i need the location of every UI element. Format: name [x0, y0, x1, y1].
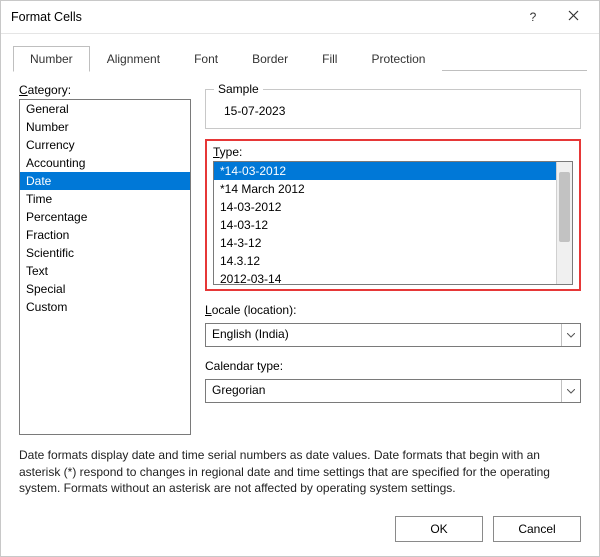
close-icon [568, 10, 579, 24]
chevron-down-icon [561, 324, 580, 346]
category-item-scientific[interactable]: Scientific [20, 244, 190, 262]
locale-combo[interactable]: English (India) [205, 323, 581, 347]
scrollbar-thumb[interactable] [559, 172, 570, 242]
help-icon: ? [530, 10, 537, 24]
category-item-time[interactable]: Time [20, 190, 190, 208]
content-area: Category: General Number Currency Accoun… [19, 83, 581, 435]
category-label: Category: [19, 83, 191, 97]
sample-group: Sample 15-07-2023 [205, 89, 581, 129]
category-list[interactable]: General Number Currency Accounting Date … [19, 99, 191, 435]
type-item[interactable]: *14 March 2012 [214, 180, 556, 198]
locale-label: Locale (location): [205, 303, 581, 317]
category-item-accounting[interactable]: Accounting [20, 154, 190, 172]
chevron-down-icon [561, 380, 580, 402]
type-list[interactable]: *14-03-2012 *14 March 2012 14-03-2012 14… [213, 161, 573, 285]
category-item-number[interactable]: Number [20, 118, 190, 136]
category-item-currency[interactable]: Currency [20, 136, 190, 154]
tab-number[interactable]: Number [13, 46, 90, 72]
ok-button[interactable]: OK [395, 516, 483, 542]
tab-protection[interactable]: Protection [354, 46, 442, 71]
calendar-combo[interactable]: Gregorian [205, 379, 581, 403]
format-description: Date formats display date and time seria… [19, 447, 581, 496]
type-item[interactable]: 2012-03-14 [214, 270, 556, 285]
dialog-body: Category: General Number Currency Accoun… [1, 71, 599, 506]
tab-alignment[interactable]: Alignment [90, 46, 177, 71]
type-item[interactable]: 14.3.12 [214, 252, 556, 270]
dialog-buttons: OK Cancel [1, 506, 599, 556]
category-item-date[interactable]: Date [20, 172, 190, 190]
tab-border[interactable]: Border [235, 46, 305, 71]
help-button[interactable]: ? [513, 3, 553, 31]
category-item-special[interactable]: Special [20, 280, 190, 298]
details-panel: Sample 15-07-2023 Type: *14-03-2012 *14 … [205, 83, 581, 435]
type-item[interactable]: 14-03-2012 [214, 198, 556, 216]
tab-font[interactable]: Font [177, 46, 235, 71]
locale-value: English (India) [206, 324, 561, 346]
type-item[interactable]: 14-03-12 [214, 216, 556, 234]
format-cells-dialog: Format Cells ? Number Alignment Font Bor… [0, 0, 600, 557]
category-item-text[interactable]: Text [20, 262, 190, 280]
category-item-percentage[interactable]: Percentage [20, 208, 190, 226]
calendar-label: Calendar type: [205, 359, 581, 373]
type-item[interactable]: 14-3-12 [214, 234, 556, 252]
category-item-custom[interactable]: Custom [20, 298, 190, 316]
close-button[interactable] [553, 3, 593, 31]
category-panel: Category: General Number Currency Accoun… [19, 83, 191, 435]
sample-value: 15-07-2023 [218, 104, 568, 118]
cancel-button[interactable]: Cancel [493, 516, 581, 542]
category-item-fraction[interactable]: Fraction [20, 226, 190, 244]
type-item[interactable]: *14-03-2012 [214, 162, 556, 180]
type-scrollbar[interactable] [556, 162, 572, 284]
tab-fill[interactable]: Fill [305, 46, 354, 71]
titlebar: Format Cells ? [1, 1, 599, 34]
tabstrip: Number Alignment Font Border Fill Protec… [1, 34, 599, 71]
dialog-title: Format Cells [11, 10, 513, 24]
type-highlight: Type: *14-03-2012 *14 March 2012 14-03-2… [205, 139, 581, 291]
type-items: *14-03-2012 *14 March 2012 14-03-2012 14… [214, 162, 556, 284]
type-label: Type: [213, 145, 573, 159]
sample-label: Sample [214, 82, 263, 96]
category-item-general[interactable]: General [20, 100, 190, 118]
calendar-value: Gregorian [206, 380, 561, 402]
